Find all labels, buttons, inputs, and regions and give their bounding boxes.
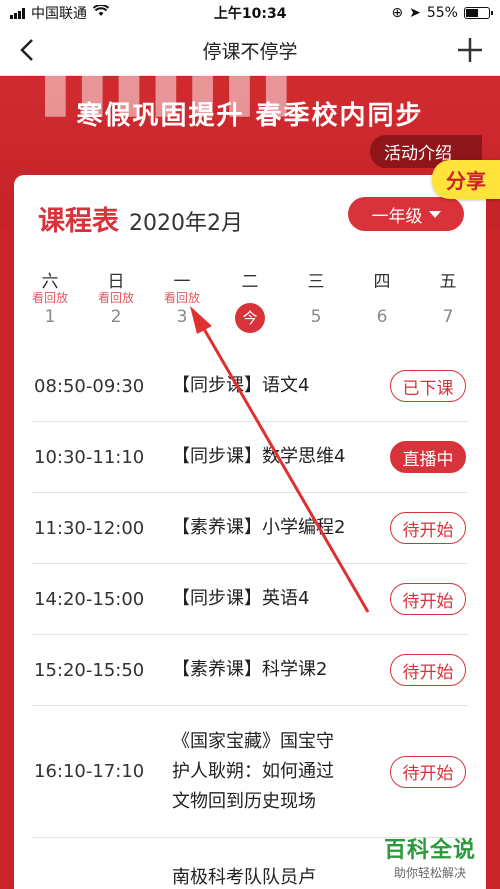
course-title-line: 【同步课】语文4: [172, 375, 310, 396]
add-button[interactable]: [454, 30, 486, 70]
grade-selector[interactable]: 一年级: [348, 197, 464, 231]
day-name: 二: [241, 272, 259, 292]
wifi-icon: [92, 4, 110, 21]
course-row[interactable]: 10:30-11:10 【同步课】数学思维4 直播中: [32, 422, 468, 493]
rotation-lock-icon: ⊕: [391, 5, 404, 21]
course-title: 【素养课】科学课2: [172, 655, 390, 685]
plus-icon: [458, 38, 482, 62]
battery-percent: 55%: [426, 5, 458, 21]
day-number: 7: [442, 307, 454, 327]
course-title: 【同步课】英语4: [172, 584, 390, 614]
course-time: 15:20-15:50: [34, 659, 145, 681]
carrier-label: 中国联通: [31, 6, 87, 22]
course-title-line: 护人耿朔：如何通过: [172, 760, 334, 782]
chevron-left-icon: [20, 39, 33, 61]
day-number: 今: [220, 303, 280, 333]
day-name: 一: [173, 272, 191, 292]
course-list: 08:50-09:30 【同步课】语文4 已下课 10:30-11:10 【同步课】数学…: [32, 351, 468, 889]
caret-down-icon: [428, 210, 441, 218]
day-3[interactable]: 二今: [220, 267, 280, 333]
status-badge[interactable]: 直播中: [390, 441, 466, 473]
status-badge[interactable]: 待开始: [390, 583, 466, 615]
day-number: 2: [110, 307, 122, 327]
status-bar: 中国联通 上午10:34 ⊕ ➤ 55%: [0, 0, 500, 26]
course-time: 16:10-17:10: [34, 761, 145, 782]
week-strip: 六看回放 1 日看回放 2 一看回放 3 二今三 5 四 6 五 7: [14, 267, 486, 337]
course-time: 10:30-11:10: [34, 446, 145, 468]
day-6[interactable]: 五7: [418, 267, 478, 329]
course-title: 【同步课】数学思维4: [172, 442, 390, 472]
watermark-logo: 百科全说 助你轻松解决: [374, 832, 486, 881]
course-row[interactable]: 15:20-15:50 【素养课】科学课2 待开始: [32, 635, 468, 706]
replay-link[interactable]: 看回放: [20, 289, 80, 305]
schedule-month: 2020年2月: [129, 211, 243, 236]
day-4[interactable]: 三5: [286, 267, 346, 329]
day-5[interactable]: 四6: [352, 267, 412, 329]
course-title-line: 【同步课】英语4: [172, 588, 310, 609]
day-name: 三: [307, 272, 325, 292]
course-title-line: 文物回到历史现场: [172, 790, 316, 812]
day-2[interactable]: 一看回放 3: [152, 267, 212, 329]
course-title: 《国家宝藏》国宝守 护人耿朔：如何通过 文物回到历史现场: [172, 727, 390, 817]
day-number: 6: [376, 307, 388, 327]
schedule-title: 课程表: [38, 206, 119, 237]
schedule-card: 课程表 2020年2月 一年级 六看回放 1 日看回放 2 一看回放 3 二今三 5 四 6 五 7 …: [14, 175, 486, 889]
course-row[interactable]: 14:20-15:00 【同步课】英语4 待开始: [32, 564, 468, 635]
course-time: 08:50-09:30: [34, 375, 145, 397]
today-badge: 今: [235, 303, 265, 333]
course-title-line: 【素养课】小学编程2: [172, 517, 346, 538]
share-button[interactable]: 分享: [432, 160, 500, 199]
replay-link[interactable]: 看回放: [152, 289, 212, 305]
course-title-line: 《国家宝藏》国宝守: [172, 730, 334, 752]
watermark-subtitle: 助你轻松解决: [393, 866, 466, 880]
status-badge[interactable]: 待开始: [390, 654, 466, 686]
day-number: 3: [176, 307, 188, 327]
day-name: 日: [107, 272, 125, 292]
status-badge[interactable]: 已下课: [390, 370, 466, 402]
course-time: 11:30-12:00: [34, 517, 145, 539]
course-row[interactable]: 11:30-12:00 【素养课】小学编程2 待开始: [32, 493, 468, 564]
course-title-line: 【同步课】数学思维4: [172, 446, 346, 467]
course-title-line: 【素养课】科学课2: [172, 659, 328, 680]
course-row[interactable]: 16:10-17:10 《国家宝藏》国宝守 护人耿朔：如何通过 文物回到历史现场 待开始: [32, 706, 468, 838]
location-icon: ➤: [409, 5, 421, 21]
replay-link[interactable]: 看回放: [86, 289, 146, 305]
signal-icon: [10, 7, 25, 19]
banner-subtitle: 寒假巩固提升 春季校内同步: [76, 101, 424, 131]
day-name: 五: [439, 272, 457, 292]
status-badge[interactable]: 待开始: [390, 512, 466, 544]
watermark-title: 百科全说: [383, 838, 476, 863]
course-title: 【同步课】语文4: [172, 371, 390, 401]
day-1[interactable]: 日看回放 2: [86, 267, 146, 329]
day-0[interactable]: 六看回放 1: [20, 267, 80, 329]
status-badge[interactable]: 待开始: [390, 755, 466, 788]
course-row[interactable]: 08:50-09:30 【同步课】语文4 已下课: [32, 351, 468, 422]
battery-icon: [463, 7, 493, 19]
day-name: 六: [41, 272, 59, 292]
clock: 上午10:34: [213, 6, 287, 22]
day-number: 1: [44, 307, 56, 327]
day-number: 5: [310, 307, 322, 327]
course-time: 14:20-15:00: [34, 588, 145, 610]
course-title: 【素养课】小学编程2: [172, 513, 390, 543]
grade-label: 一年级: [371, 206, 423, 227]
day-name: 四: [373, 272, 391, 292]
